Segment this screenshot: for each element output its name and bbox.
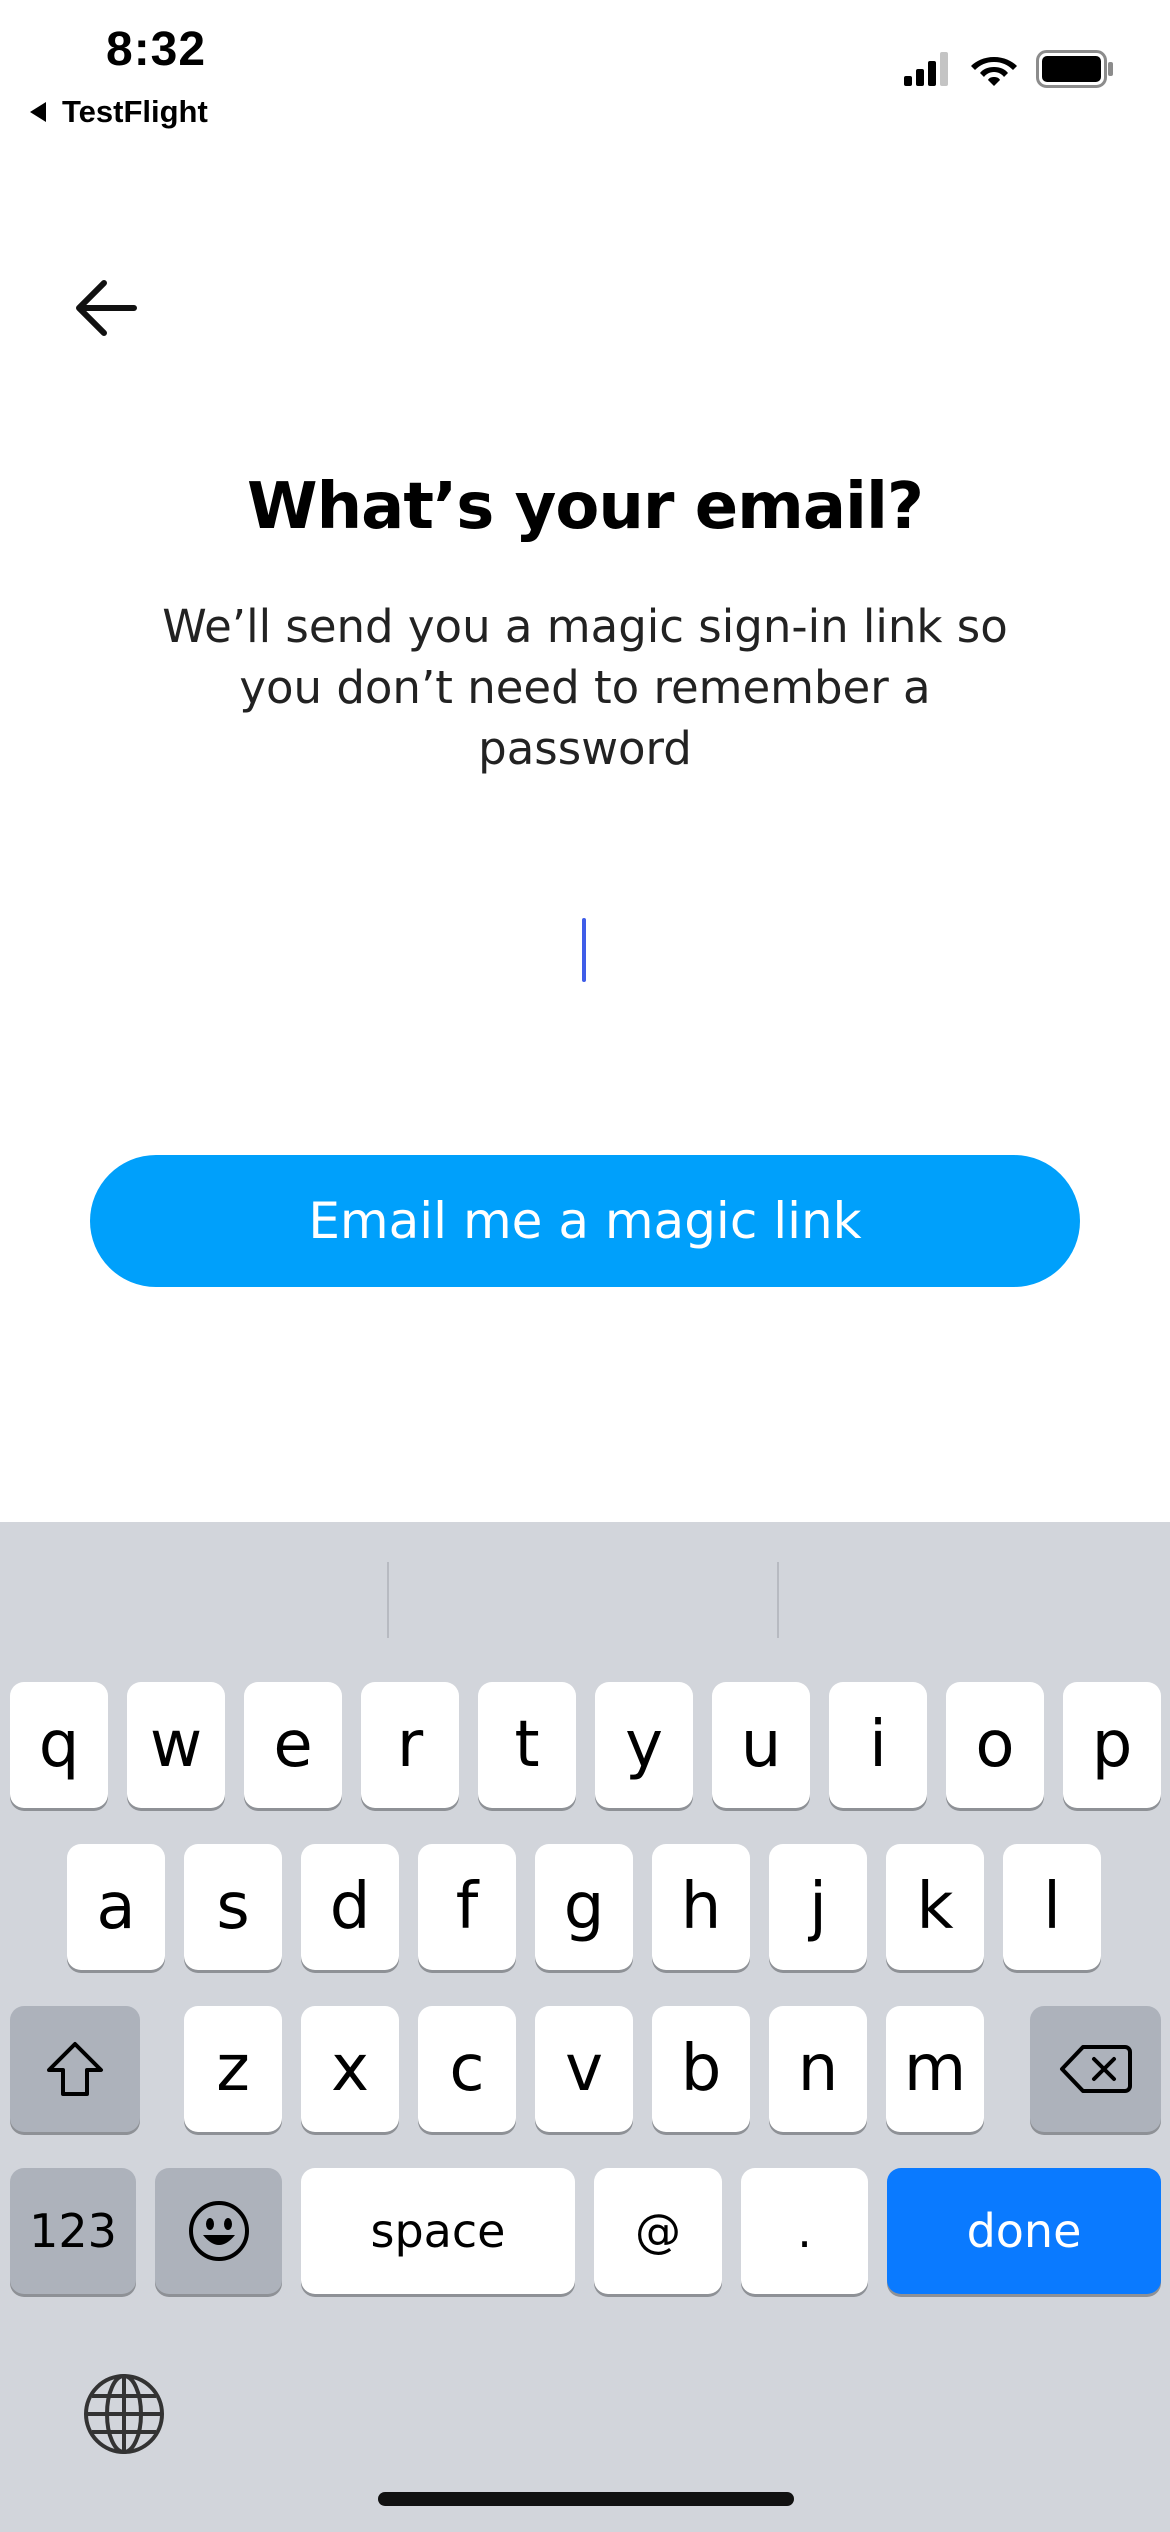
page-title: What’s your email?: [247, 470, 924, 544]
at-key[interactable]: @: [594, 2168, 722, 2294]
back-app-label: TestFlight: [62, 94, 208, 129]
status-icons: [904, 50, 1114, 88]
space-key[interactable]: space: [301, 2168, 575, 2294]
key-x[interactable]: x: [301, 2006, 399, 2132]
keyboard: q w e r t y u i o p a s d f g h j k l z …: [0, 1522, 1170, 2532]
key-v[interactable]: v: [535, 2006, 633, 2132]
key-j[interactable]: j: [769, 1844, 867, 1970]
key-r[interactable]: r: [361, 1682, 459, 1808]
globe-icon: [84, 2374, 164, 2454]
back-triangle-icon: [30, 102, 46, 122]
battery-icon: [1036, 50, 1113, 88]
emoji-icon: [188, 2201, 249, 2261]
delete-key[interactable]: [1030, 2006, 1161, 2132]
key-l[interactable]: l: [1003, 1844, 1101, 1970]
page-subtitle: We’ll send you a magic sign-in link so y…: [162, 600, 1008, 775]
key-f[interactable]: f: [418, 1844, 516, 1970]
shift-icon: [47, 2042, 103, 2096]
email-magic-link-button[interactable]: Email me a magic link: [90, 1155, 1080, 1287]
key-p[interactable]: p: [1063, 1682, 1161, 1808]
key-t[interactable]: t: [478, 1682, 576, 1808]
numbers-key[interactable]: 123: [10, 2168, 136, 2294]
key-q[interactable]: q: [10, 1682, 108, 1808]
key-o[interactable]: o: [946, 1682, 1044, 1808]
key-h[interactable]: h: [652, 1844, 750, 1970]
back-to-app-link[interactable]: TestFlight: [30, 92, 208, 132]
key-m[interactable]: m: [886, 2006, 984, 2132]
key-i[interactable]: i: [829, 1682, 927, 1808]
key-d[interactable]: d: [301, 1844, 399, 1970]
signal-icon: [904, 52, 948, 86]
delete-icon: [1059, 2045, 1132, 2093]
key-e[interactable]: e: [244, 1682, 342, 1808]
key-c[interactable]: c: [418, 2006, 516, 2132]
back-button[interactable]: [70, 272, 142, 344]
key-g[interactable]: g: [535, 1844, 633, 1970]
key-k[interactable]: k: [886, 1844, 984, 1970]
key-z[interactable]: z: [184, 2006, 282, 2132]
text-caret: [582, 918, 586, 982]
globe-button[interactable]: [82, 2372, 166, 2456]
key-y[interactable]: y: [595, 1682, 693, 1808]
emoji-key[interactable]: [155, 2168, 282, 2294]
arrow-left-icon: [76, 280, 137, 336]
suggestion-divider: [387, 1562, 389, 1638]
key-a[interactable]: a: [67, 1844, 165, 1970]
suggestion-divider: [777, 1562, 779, 1638]
shift-key[interactable]: [10, 2006, 140, 2132]
key-u[interactable]: u: [712, 1682, 810, 1808]
key-s[interactable]: s: [184, 1844, 282, 1970]
dot-key[interactable]: .: [741, 2168, 868, 2294]
status-time: 8:32: [106, 23, 207, 76]
key-n[interactable]: n: [769, 2006, 867, 2132]
home-indicator: [378, 2492, 794, 2506]
done-key[interactable]: done: [887, 2168, 1161, 2294]
key-b[interactable]: b: [652, 2006, 750, 2132]
wifi-icon: [971, 57, 1017, 86]
key-w[interactable]: w: [127, 1682, 225, 1808]
